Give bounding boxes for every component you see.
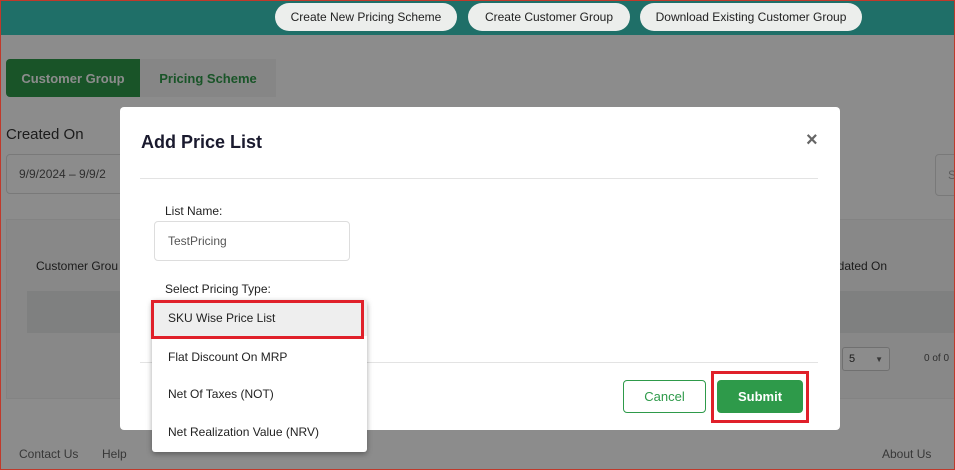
pricing-type-option-flat-discount[interactable]: Flat Discount On MRP xyxy=(152,339,367,375)
download-existing-customer-group-button[interactable]: Download Existing Customer Group xyxy=(640,3,862,31)
pricing-type-option-nrv[interactable]: Net Realization Value (NRV) xyxy=(152,414,367,450)
list-name-label: List Name: xyxy=(165,204,223,218)
selected-option-highlight-box xyxy=(151,300,364,339)
close-icon[interactable]: × xyxy=(806,129,818,152)
divider xyxy=(140,178,818,179)
pricing-type-option-net-of-taxes[interactable]: Net Of Taxes (NOT) xyxy=(152,376,367,412)
submit-highlight-box xyxy=(711,371,809,423)
create-new-pricing-scheme-button[interactable]: Create New Pricing Scheme xyxy=(275,3,457,31)
modal-title: Add Price List xyxy=(141,132,263,152)
app-window: Create New Pricing Scheme Create Custome… xyxy=(0,0,955,470)
cancel-button[interactable]: Cancel xyxy=(623,380,706,413)
list-name-input[interactable] xyxy=(154,221,350,261)
create-customer-group-button[interactable]: Create Customer Group xyxy=(468,3,630,31)
top-bar: Create New Pricing Scheme Create Custome… xyxy=(1,1,954,35)
pricing-type-label: Select Pricing Type: xyxy=(165,282,271,296)
